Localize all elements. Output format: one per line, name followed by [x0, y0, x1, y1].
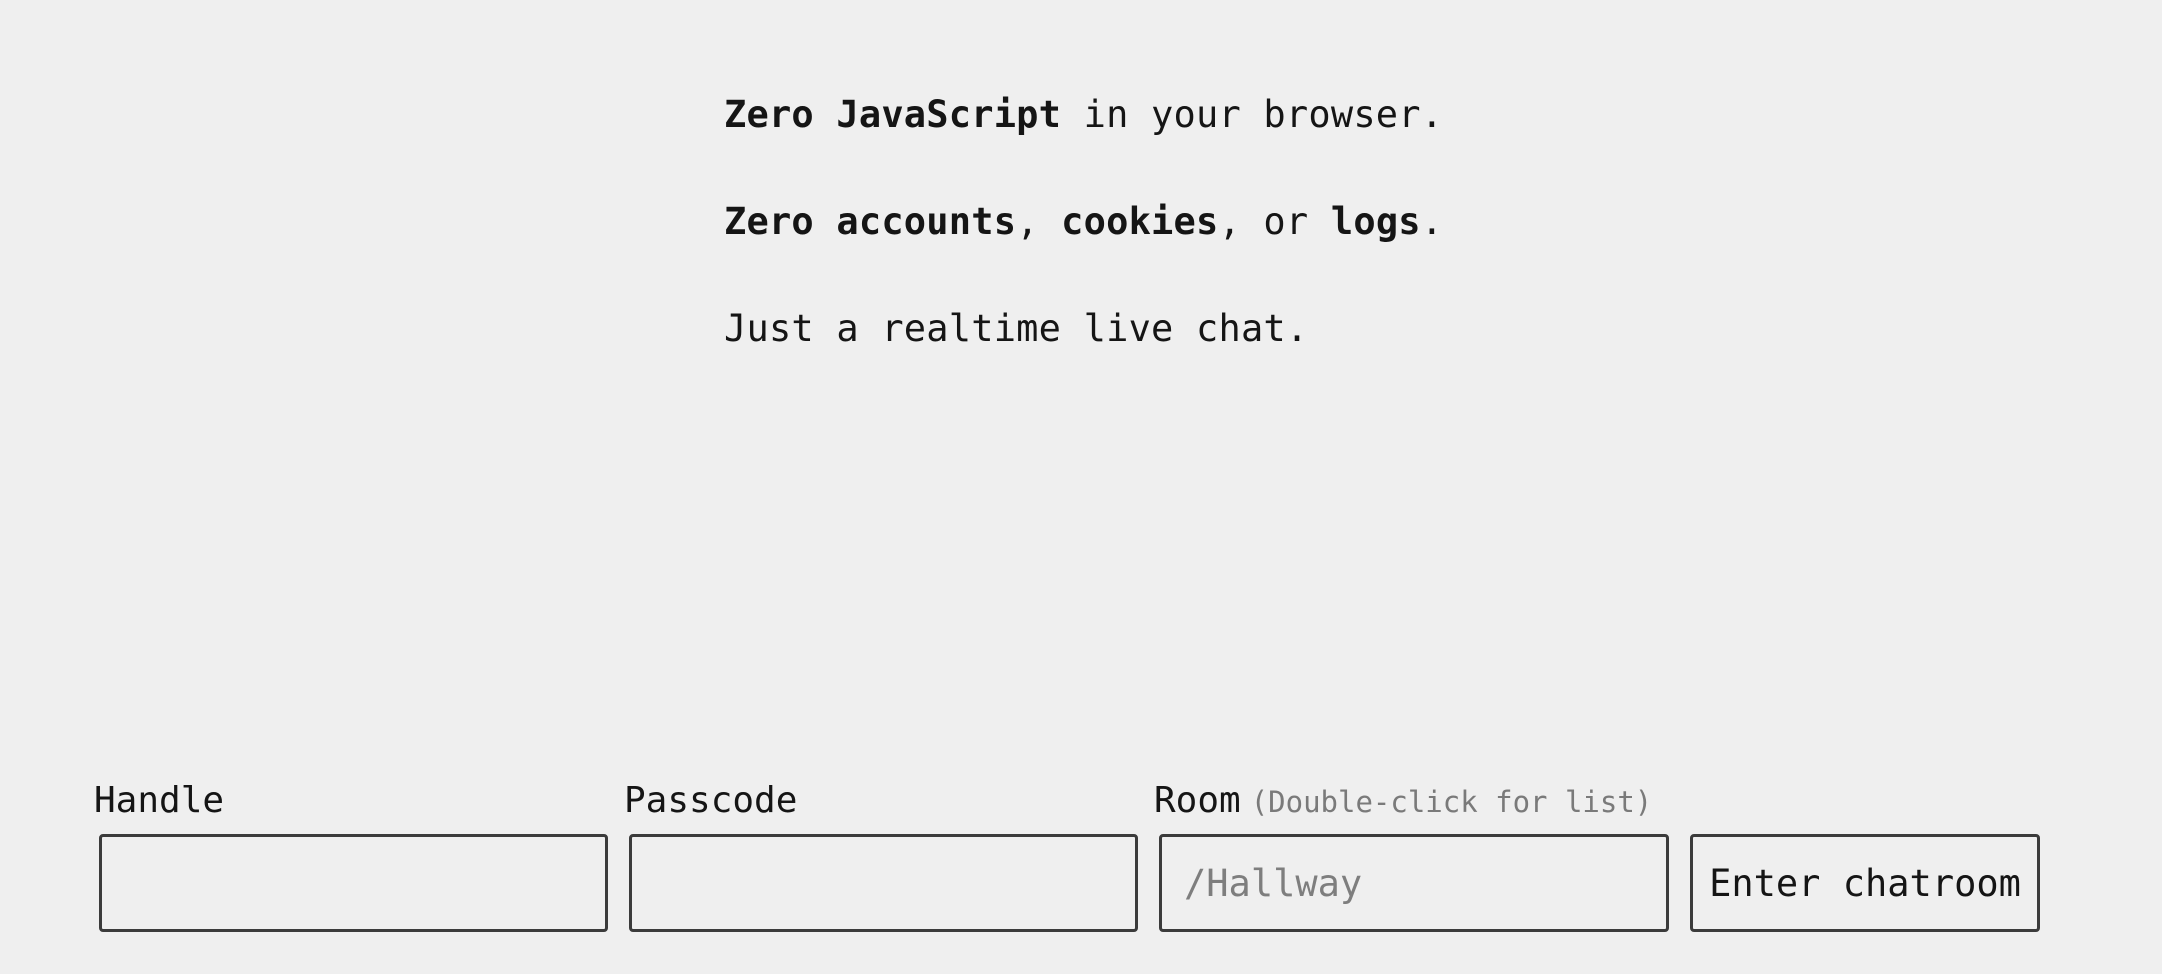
room-input[interactable] [1159, 834, 1669, 932]
intro-text: Zero JavaScript in your browser. Zero ac… [724, 90, 1443, 411]
login-page: Zero JavaScript in your browser. Zero ac… [0, 0, 2162, 974]
intro-emphasis: cookies [1061, 200, 1219, 243]
intro-emphasis: Zero JavaScript [724, 93, 1062, 136]
handle-label: Handle [94, 780, 225, 821]
room-hint: (Double-click for list) [1250, 785, 1653, 819]
passcode-input[interactable] [629, 834, 1138, 932]
intro-emphasis: Zero accounts [724, 200, 1017, 243]
intro-line-javascript: Zero JavaScript in your browser. [724, 90, 1443, 140]
room-label: Room (Double-click for list) [1154, 778, 1652, 825]
intro-text-segment: , [1016, 200, 1062, 243]
handle-input[interactable] [99, 834, 608, 932]
intro-emphasis: logs [1330, 200, 1421, 243]
intro-line-tagline: Just a realtime live chat. [724, 307, 1309, 350]
enter-chatroom-button[interactable]: Enter chatroom [1690, 834, 2040, 932]
intro-text-segment: in your browser. [1061, 93, 1444, 136]
intro-text-segment: . [1420, 200, 1444, 243]
room-label-text: Room [1154, 780, 1241, 821]
intro-text-segment: , or [1218, 200, 1331, 243]
passcode-label: Passcode [624, 780, 798, 821]
intro-line-privacy: Zero accounts, cookies, or logs. [724, 197, 1443, 247]
